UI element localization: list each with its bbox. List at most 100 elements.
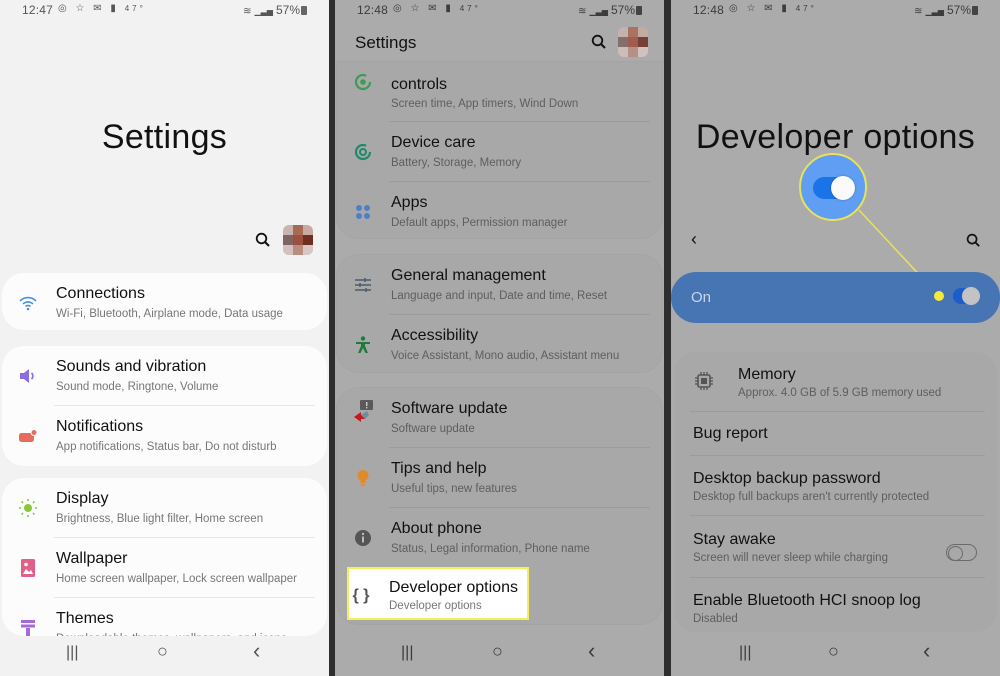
- profile-avatar[interactable]: [618, 27, 648, 57]
- item-subtitle: Language and input, Date and time, Reset: [391, 290, 608, 302]
- item-title: Connections: [56, 285, 145, 302]
- navigation-bar: ||| ○ ‹: [335, 634, 664, 676]
- status-bar: 12:47 ◎ ☆ ✉ ▮ 47° ≋ ▁▃▅ 57%: [0, 0, 329, 20]
- item-title: Notifications: [56, 418, 144, 435]
- settings-item-accessibility[interactable]: Accessibility Voice Assistant, Mono audi…: [337, 315, 662, 372]
- digital-wellbeing-icon: [351, 70, 375, 94]
- back-button[interactable]: ‹: [588, 638, 595, 664]
- themes-icon: [16, 616, 40, 636]
- notification-icon: [16, 424, 40, 448]
- settings-scrolled-panel: 12:48 ◎ ☆ ✉ ▮ 47° ≋ ▁▃▅ 57% Settings contr…: [335, 0, 664, 676]
- dev-item-bluetooth-hci-snoop-log[interactable]: Enable Bluetooth HCI snoop log Disabled: [674, 578, 997, 632]
- dev-item-bug-report[interactable]: Bug report: [674, 412, 997, 456]
- home-button[interactable]: ○: [157, 641, 168, 662]
- item-title: controls: [391, 76, 448, 93]
- item-subtitle: Useful tips, new features: [391, 483, 517, 495]
- developer-options-list: Memory Approx. 4.0 GB of 5.9 GB memory u…: [674, 352, 997, 632]
- search-icon[interactable]: [591, 34, 607, 50]
- developer-options-panel: 12:48 ◎ ☆ ✉ ▮ 47° ≋ ▁▃▅ 57% Developer opti…: [671, 0, 1000, 676]
- settings-item-tips[interactable]: Tips and help Useful tips, new features: [337, 448, 662, 508]
- item-title: Enable Bluetooth HCI snoop log: [693, 592, 921, 609]
- sliders-icon: [351, 273, 375, 297]
- toggle-zoom-callout: [799, 153, 867, 221]
- accessibility-icon: [351, 333, 375, 357]
- settings-item-notifications[interactable]: Notifications App notifications, Status …: [2, 406, 327, 466]
- settings-item-apps[interactable]: Apps Default apps, Permission manager: [337, 182, 662, 238]
- item-subtitle: Wi-Fi, Bluetooth, Airplane mode, Data us…: [56, 308, 283, 320]
- settings-item-general-management[interactable]: General management Language and input, D…: [337, 255, 662, 315]
- recents-button[interactable]: |||: [66, 644, 78, 662]
- settings-item-digital-wellbeing[interactable]: controls Screen time, App timers, Wind D…: [337, 62, 662, 122]
- item-title: Display: [56, 490, 109, 507]
- search-icon[interactable]: [255, 232, 271, 248]
- item-title: Themes: [56, 610, 114, 627]
- item-subtitle: Brightness, Blue light filter, Home scre…: [56, 513, 264, 525]
- wallpaper-icon: [16, 556, 40, 580]
- status-time: 12:47: [22, 3, 54, 17]
- apps-icon: [351, 200, 375, 224]
- chip-icon: [692, 369, 716, 393]
- notification-icons: ◎ ☆ ✉ ▮ 47°: [393, 3, 481, 14]
- stay-awake-toggle[interactable]: [946, 544, 977, 561]
- dev-item-stay-awake[interactable]: Stay awake Screen will never sleep while…: [674, 516, 997, 578]
- device-care-icon: [351, 140, 375, 164]
- settings-item-sounds[interactable]: Sounds and vibration Sound mode, Rington…: [2, 346, 327, 406]
- settings-item-developer-options[interactable]: { } Developer options Developer options: [335, 567, 535, 627]
- callout-anchor-dot: [934, 291, 944, 301]
- settings-item-about-phone[interactable]: About phone Status, Legal information, P…: [337, 508, 662, 568]
- item-subtitle: Voice Assistant, Mono audio, Assistant m…: [391, 350, 620, 362]
- item-subtitle: Screen time, App timers, Wind Down: [391, 98, 579, 110]
- status-bar: 12:48 ◎ ☆ ✉ ▮ 47° ≋ ▁▃▅ 57%: [335, 0, 664, 20]
- recents-button[interactable]: |||: [739, 644, 751, 662]
- braces-icon: { }: [352, 587, 370, 604]
- brightness-icon: [16, 496, 40, 520]
- home-button[interactable]: ○: [492, 641, 503, 662]
- item-subtitle: Disabled: [693, 613, 738, 625]
- settings-item-themes[interactable]: Themes Downloadable themes, wallpapers, …: [2, 598, 327, 636]
- page-title: Settings: [101, 118, 228, 156]
- home-button[interactable]: ○: [828, 641, 839, 662]
- search-icon[interactable]: [966, 233, 981, 248]
- item-subtitle: Status, Legal information, Phone name: [391, 543, 590, 555]
- master-toggle-knob: [962, 287, 980, 305]
- item-title: Software update: [391, 400, 508, 417]
- item-title: About phone: [391, 520, 482, 537]
- item-subtitle: Battery, Storage, Memory: [391, 157, 522, 169]
- settings-item-wallpaper[interactable]: Wallpaper Home screen wallpaper, Lock sc…: [2, 538, 327, 598]
- settings-item-device-care[interactable]: Device care Battery, Storage, Memory: [337, 122, 662, 182]
- item-title: Tips and help: [391, 460, 487, 477]
- settings-item-display[interactable]: Display Brightness, Blue light filter, H…: [2, 478, 327, 538]
- item-title: Developer options: [389, 579, 518, 596]
- settings-item-software-update[interactable]: Software update Software update: [337, 388, 662, 448]
- page-title: Settings: [355, 33, 417, 52]
- item-subtitle: Desktop full backups aren't currently pr…: [693, 491, 930, 503]
- item-subtitle: Approx. 4.0 GB of 5.9 GB memory used: [738, 387, 942, 399]
- battery-percent: 57%: [610, 3, 635, 17]
- lightbulb-icon: [351, 466, 375, 490]
- item-subtitle: App notifications, Status bar, Do not di…: [56, 441, 277, 453]
- item-title: Apps: [391, 194, 428, 211]
- settings-home-panel: 12:47 ◎ ☆ ✉ ▮ 47° ≋ ▁▃▅ 57% Settings Conne…: [0, 0, 329, 676]
- settings-item-connections[interactable]: Connections Wi-Fi, Bluetooth, Airplane m…: [2, 273, 327, 330]
- dev-item-memory[interactable]: Memory Approx. 4.0 GB of 5.9 GB memory u…: [674, 352, 997, 412]
- item-subtitle: Screen will never sleep while charging: [693, 552, 888, 564]
- item-title: Stay awake: [693, 531, 776, 548]
- back-button[interactable]: ‹: [253, 638, 260, 664]
- wifi-status-icon: ≋: [243, 6, 252, 17]
- wifi-icon: [16, 291, 40, 315]
- dev-item-desktop-backup-password[interactable]: Desktop backup password Desktop full bac…: [674, 456, 997, 516]
- developer-options-master-switch[interactable]: On: [671, 272, 1000, 323]
- wifi-status-icon: ≋: [578, 6, 587, 17]
- profile-avatar[interactable]: [283, 225, 313, 255]
- signal-icon: ▁▃▅: [589, 7, 608, 16]
- recents-button[interactable]: |||: [401, 644, 413, 662]
- master-switch-label: On: [691, 289, 712, 306]
- battery-icon: [636, 6, 642, 15]
- back-arrow-icon[interactable]: ‹: [691, 229, 697, 250]
- back-button[interactable]: ‹: [923, 638, 930, 664]
- settings-card: General management Language and input, D…: [337, 255, 662, 372]
- info-icon: [351, 526, 375, 550]
- item-title: General management: [391, 267, 546, 284]
- notification-icons: ◎ ☆ ✉ ▮ 47°: [58, 3, 146, 14]
- software-update-icon: [351, 400, 375, 424]
